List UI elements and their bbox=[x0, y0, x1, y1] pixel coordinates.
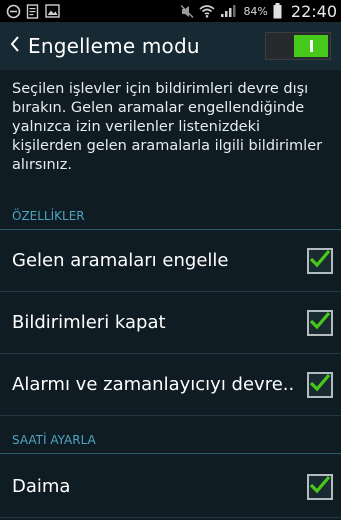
checkbox-block-calls[interactable] bbox=[307, 247, 333, 274]
description-text: Seçilen işlevler için bildirimleri devre… bbox=[12, 81, 323, 173]
list-item-label: Alarmı ve zamanlayıcıyı devre.. bbox=[12, 374, 295, 395]
checkmark-icon bbox=[309, 373, 331, 397]
document-icon bbox=[26, 3, 40, 19]
back-button[interactable] bbox=[2, 22, 28, 70]
checkbox-disable-alarm-timer[interactable] bbox=[307, 371, 333, 398]
list-item-label: Daima bbox=[12, 476, 71, 497]
list-item-disable-alarm-timer[interactable]: Alarmı ve zamanlayıcıyı devre.. bbox=[0, 354, 341, 416]
wifi-icon bbox=[199, 4, 215, 18]
checkbox-turn-off-notifications[interactable] bbox=[307, 309, 333, 336]
switch-on-mark bbox=[309, 40, 313, 52]
switch-thumb bbox=[294, 35, 328, 57]
status-bar-right: 84% 22:40 bbox=[180, 2, 337, 21]
action-bar: Engelleme modu bbox=[0, 22, 341, 70]
clock: 22:40 bbox=[290, 1, 337, 21]
list-item-turn-off-notifications[interactable]: Bildirimleri kapat bbox=[0, 292, 341, 354]
checkmark-icon bbox=[309, 311, 331, 335]
mute-icon bbox=[180, 4, 194, 19]
checkmark-icon bbox=[309, 249, 331, 273]
list-item-label: Gelen aramaları engelle bbox=[12, 250, 229, 271]
battery-percent: 84% bbox=[243, 4, 268, 18]
minus-circle-icon bbox=[6, 4, 21, 19]
signal-icon bbox=[220, 4, 236, 18]
checkbox-always[interactable] bbox=[307, 473, 333, 500]
image-icon bbox=[45, 4, 60, 18]
status-bar-left bbox=[6, 3, 60, 19]
master-switch[interactable] bbox=[265, 32, 331, 60]
list-item-label: Bildirimleri kapat bbox=[12, 312, 166, 333]
list-item-always[interactable]: Daima bbox=[0, 456, 341, 518]
section-header-features: ÖZELLİKLER bbox=[12, 209, 85, 223]
list-item-block-calls[interactable]: Gelen aramaları engelle bbox=[0, 230, 341, 292]
status-bar: 84% 22:40 bbox=[0, 0, 341, 22]
page-title: Engelleme modu bbox=[28, 34, 200, 58]
chevron-left-icon bbox=[9, 35, 21, 57]
checkmark-icon bbox=[309, 475, 331, 499]
section-header-set-time: SAATİ AYARLA bbox=[12, 433, 96, 447]
battery-icon bbox=[273, 3, 282, 19]
section-divider bbox=[0, 453, 341, 454]
